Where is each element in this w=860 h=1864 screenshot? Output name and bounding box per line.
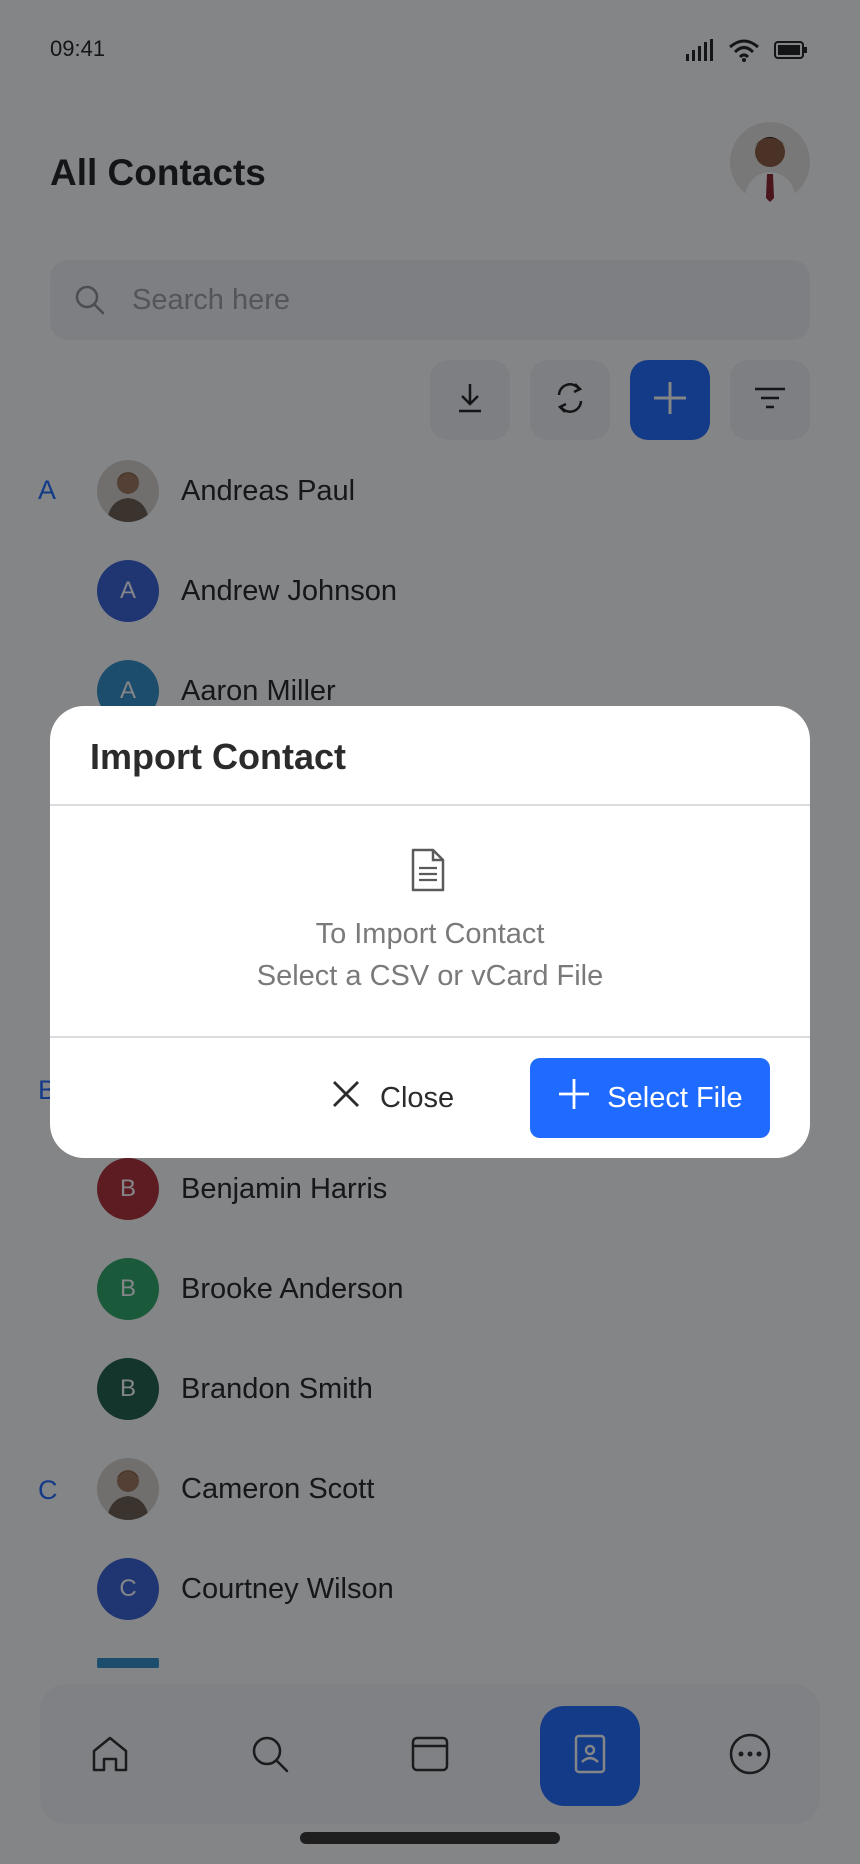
dialog-title: Import Contact [90, 736, 346, 777]
select-file-label: Select File [607, 1081, 743, 1114]
close-button[interactable]: Close [330, 1058, 454, 1138]
divider [50, 1036, 810, 1038]
close-label: Close [380, 1081, 455, 1114]
import-contact-dialog: Import Contact To Import Contact Select … [50, 706, 810, 1158]
home-indicator [300, 1832, 560, 1844]
file-icon [408, 848, 448, 892]
close-icon [330, 1078, 362, 1118]
divider [50, 804, 810, 806]
select-file-button[interactable]: Select File [530, 1058, 770, 1138]
dialog-message-line1: To Import Contact [315, 918, 545, 950]
add-icon [557, 1077, 591, 1119]
dialog-message-line2: Select a CSV or vCard File [256, 960, 604, 992]
